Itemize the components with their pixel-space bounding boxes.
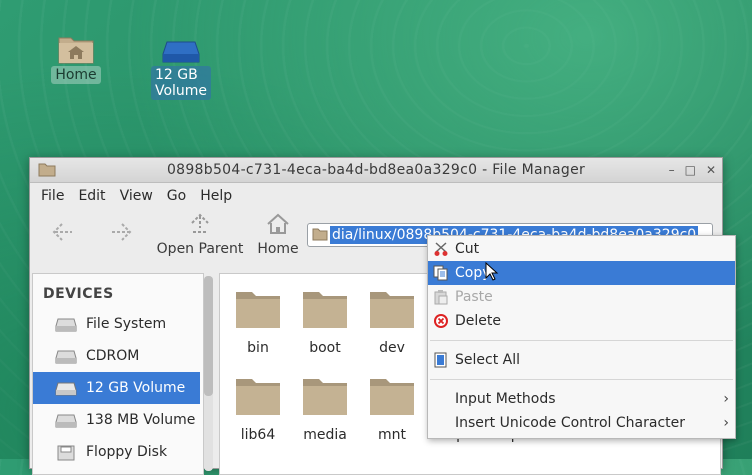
window-folder-icon (38, 163, 56, 177)
folder-icon (303, 379, 347, 415)
file-item-lib64[interactable]: lib64 (228, 375, 288, 443)
mouse-pointer-icon (485, 262, 499, 281)
context-menu-delete[interactable]: Delete (428, 309, 735, 333)
scissors-icon (434, 242, 448, 256)
home-icon (267, 213, 289, 234)
context-menu-select-all[interactable]: Select All (428, 348, 735, 372)
sidebar-item-138mb-volume[interactable]: 138 MB Volume (33, 404, 203, 436)
file-item-mnt[interactable]: mnt (362, 375, 422, 443)
devices-heading: DEVICES (43, 286, 114, 302)
desktop-volume-icon[interactable]: 12 GB Volume (143, 38, 219, 100)
window-title: 0898b504-c731-4eca-ba4d-bd8ea0a329c0 - F… (166, 162, 586, 178)
sidebar-item-cdrom[interactable]: CDROM (33, 340, 203, 372)
context-menu-input-methods[interactable]: Input Methods › (428, 387, 735, 411)
menu-view[interactable]: View (113, 188, 160, 204)
menu-help[interactable]: Help (193, 188, 239, 204)
volume-drive-icon (55, 414, 77, 428)
forward-arrow-icon (112, 223, 132, 241)
sidebar-item-12gb-volume[interactable]: 12 GB Volume (33, 372, 200, 404)
submenu-arrow-icon: › (723, 391, 729, 407)
file-item-bin[interactable]: bin (228, 288, 288, 356)
folder-icon (370, 379, 414, 415)
maximize-button[interactable]: □ (685, 158, 696, 182)
open-parent-button[interactable]: Open Parent (154, 211, 246, 257)
home-button[interactable]: Home (252, 211, 304, 257)
context-menu-copy[interactable]: Copy (428, 261, 735, 285)
back-arrow-icon (52, 223, 72, 241)
context-menu-paste[interactable]: Paste (428, 285, 735, 309)
menu-bar: File Edit View Go Help (30, 183, 722, 209)
submenu-arrow-icon: › (723, 415, 729, 431)
menu-go[interactable]: Go (160, 188, 193, 204)
up-arrow-icon (191, 213, 209, 233)
drive-icon (162, 41, 200, 63)
volume-drive-icon (55, 382, 77, 396)
file-item-boot[interactable]: boot (295, 288, 355, 356)
menu-separator (430, 340, 733, 341)
context-menu: Cut Copy Paste Delete Select All Input M… (427, 235, 736, 439)
context-menu-insert-unicode[interactable]: Insert Unicode Control Character › (428, 411, 735, 435)
minimize-button[interactable]: – (669, 158, 675, 182)
menu-file[interactable]: File (34, 188, 71, 204)
sidebar: DEVICES File System CDROM 12 GB Volume 1… (32, 273, 204, 475)
file-item-media[interactable]: media (295, 375, 355, 443)
home-folder-icon (58, 37, 94, 64)
home-label: Home (257, 241, 299, 257)
select-all-icon (434, 352, 447, 368)
forward-button[interactable] (106, 219, 136, 249)
desktop-home-icon[interactable]: Home (38, 32, 114, 84)
desktop-volume-label: 12 GB Volume (150, 66, 212, 100)
sidebar-item-floppy-disk[interactable]: Floppy Disk (33, 436, 203, 468)
close-button[interactable]: ✕ (706, 158, 716, 182)
paste-icon (434, 290, 448, 305)
cdrom-drive-icon (55, 350, 77, 364)
path-folder-icon (312, 228, 328, 241)
desktop-home-label: Home (51, 66, 101, 84)
folder-icon (303, 292, 347, 328)
open-parent-label: Open Parent (156, 241, 244, 257)
copy-icon (433, 265, 448, 281)
folder-icon (236, 379, 280, 415)
sidebar-item-file-system[interactable]: File System (33, 308, 203, 340)
menu-separator (430, 379, 733, 380)
folder-icon (236, 292, 280, 328)
context-menu-cut[interactable]: Cut (428, 237, 735, 261)
back-button[interactable] (48, 219, 78, 249)
file-item-dev[interactable]: dev (362, 288, 422, 356)
delete-icon (434, 314, 448, 328)
menu-edit[interactable]: Edit (71, 188, 112, 204)
sidebar-scrollbar-thumb[interactable] (204, 276, 213, 396)
title-bar[interactable]: 0898b504-c731-4eca-ba4d-bd8ea0a329c0 - F… (30, 158, 722, 183)
folder-icon (370, 292, 414, 328)
hard-drive-icon (55, 318, 77, 332)
